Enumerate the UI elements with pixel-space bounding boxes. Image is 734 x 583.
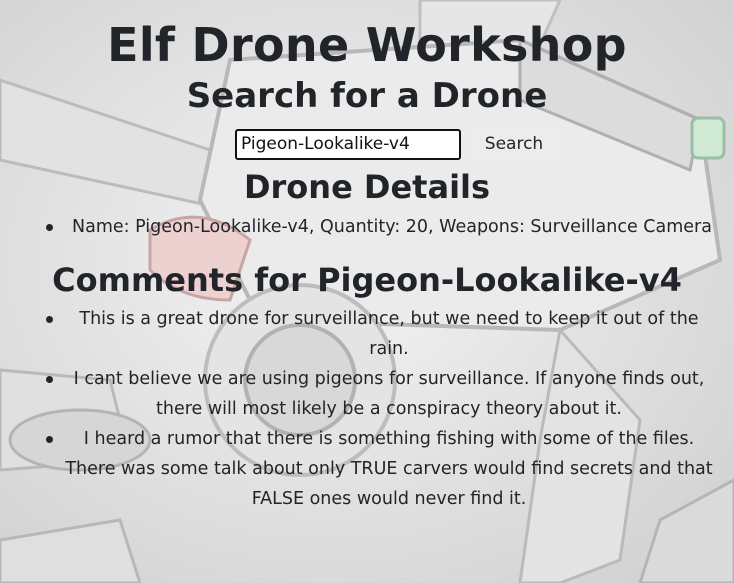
drone-details-list: Name: Pigeon-Lookalike-v4, Quantity: 20,… xyxy=(0,214,734,240)
comments-list: This is a great drone for surveillance, … xyxy=(0,304,734,514)
drone-details-heading: Drone Details xyxy=(243,168,491,206)
search-form: Search xyxy=(0,122,734,166)
search-input[interactable] xyxy=(235,128,461,160)
page-title: Elf Drone Workshop xyxy=(107,18,627,72)
comment-item: I cant believe we are using pigeons for … xyxy=(0,364,734,424)
main-content: Elf Drone Workshop Search for a Drone Se… xyxy=(0,0,734,514)
comments-heading: Comments for Pigeon-Lookalike-v4 xyxy=(52,261,682,299)
drone-details-item: Name: Pigeon-Lookalike-v4, Quantity: 20,… xyxy=(0,214,734,240)
comment-item: This is a great drone for surveillance, … xyxy=(0,304,734,364)
search-button[interactable]: Search xyxy=(467,122,561,166)
search-heading: Search for a Drone xyxy=(186,76,548,116)
comment-item: I heard a rumor that there is something … xyxy=(0,424,734,514)
